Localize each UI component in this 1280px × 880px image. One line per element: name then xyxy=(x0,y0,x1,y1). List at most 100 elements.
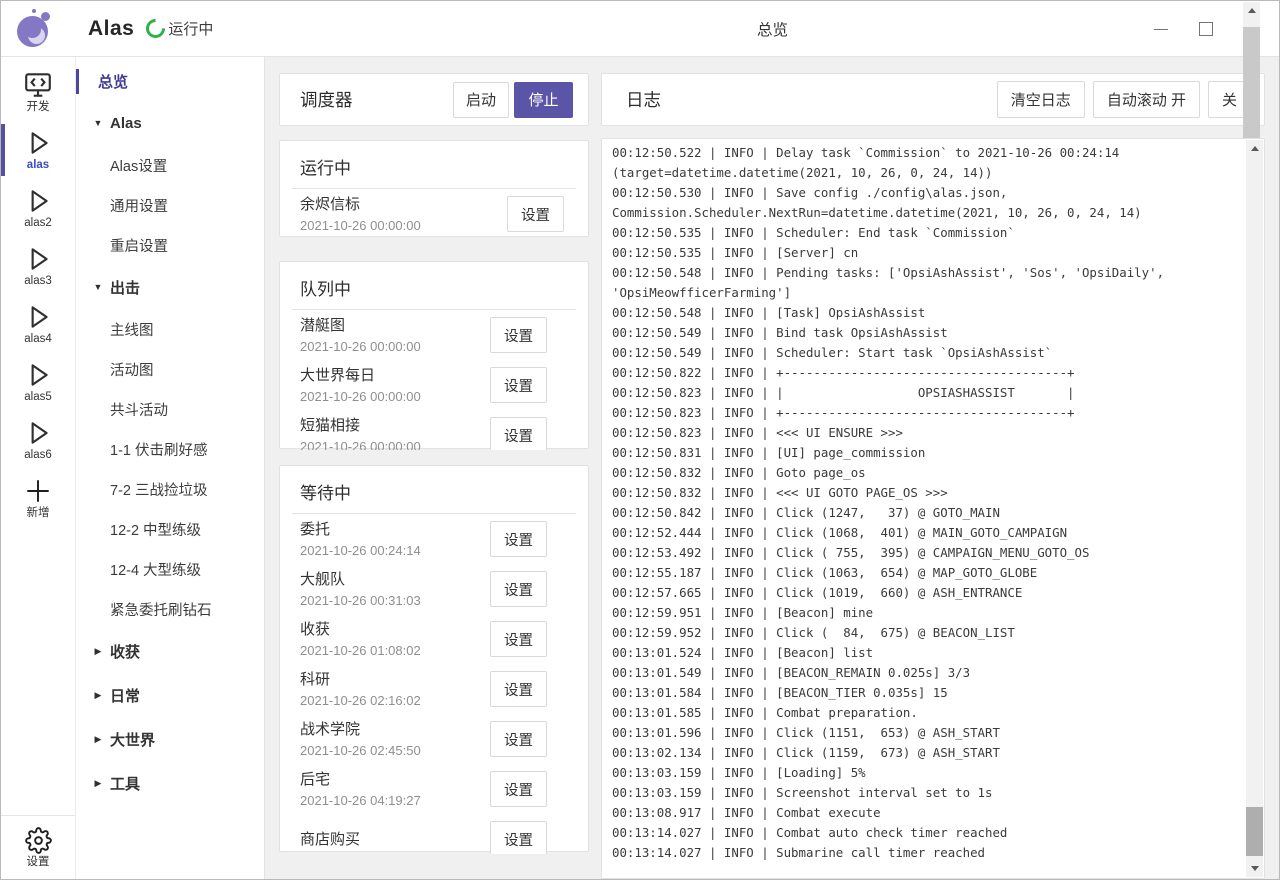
nav-item-label: 日常 xyxy=(110,685,140,706)
running-title: 运行中 xyxy=(280,141,588,188)
nav-item[interactable]: 12-2 中型练级 xyxy=(76,509,264,549)
autoscroll-on-button[interactable]: 自动滚动 开 xyxy=(1093,81,1200,118)
play-icon xyxy=(23,360,53,390)
task-name: 科研 xyxy=(300,668,490,691)
sidebar-item-label: alas3 xyxy=(24,275,52,288)
pending-card: 队列中 潜艇图 2021-10-26 00:00:00 设置 xyxy=(279,261,589,449)
task-name: 战术学院 xyxy=(300,718,490,741)
task-name: 收获 xyxy=(300,618,490,641)
instance-sidebar: 开发 alas alas2 alas3 alas4 xyxy=(1,57,76,879)
task-settings-button[interactable]: 设置 xyxy=(490,821,547,854)
logo-dot xyxy=(41,12,50,21)
nav-item-label: 7-2 三战捡垃圾 xyxy=(76,479,208,500)
task-settings-button[interactable]: 设置 xyxy=(490,721,547,757)
task-next-run-time: 2021-10-26 00:24:14 xyxy=(300,541,490,560)
nav-item-label: Alas设置 xyxy=(76,155,167,176)
nav-item[interactable]: 大世界 xyxy=(76,717,264,761)
scrollbar-track[interactable] xyxy=(1246,157,1263,860)
sidebar-item-alas4[interactable]: alas4 xyxy=(1,295,75,353)
pending-title: 队列中 xyxy=(280,262,588,309)
clear-log-button[interactable]: 清空日志 xyxy=(997,81,1085,118)
nav-item[interactable]: 通用设置 xyxy=(76,185,264,225)
app-body: 开发 alas alas2 alas3 alas4 xyxy=(1,57,1279,879)
sidebar-item-alas6[interactable]: alas6 xyxy=(1,411,75,469)
task-settings-button[interactable]: 设置 xyxy=(490,571,547,607)
waiting-title: 等待中 xyxy=(280,466,588,513)
log-line: 00:12:50.823 | INFO | <<< UI ENSURE >>> xyxy=(612,423,1238,443)
task-next-run-time: 2021-10-26 00:00:00 xyxy=(300,387,490,406)
log-panel: 00:12:50.522 | INFO | Delay task `Commis… xyxy=(601,138,1265,879)
sidebar-item-alas3[interactable]: alas3 xyxy=(1,237,75,295)
nav-item[interactable]: 出击 xyxy=(76,265,264,309)
play-icon xyxy=(23,244,53,274)
expand-arrow-icon xyxy=(90,282,106,292)
scroll-up-button[interactable] xyxy=(1243,2,1260,19)
active-indicator xyxy=(1,124,5,176)
scrollbar-thumb[interactable] xyxy=(1246,807,1263,856)
nav-item-label: 12-2 中型练级 xyxy=(76,519,201,540)
log-line: 00:12:50.822 | INFO | +-----------------… xyxy=(612,363,1238,383)
log-scrollbar[interactable] xyxy=(1246,140,1263,877)
task-row: 大舰队 2021-10-26 00:31:03 设置 xyxy=(300,564,588,614)
nav-item[interactable]: Alas xyxy=(76,101,264,145)
task-next-run-time: 2021-10-26 02:45:50 xyxy=(300,741,490,760)
nav-item[interactable]: 12-4 大型练级 xyxy=(76,549,264,589)
task-settings-button[interactable]: 设置 xyxy=(490,621,547,657)
log-line: 00:12:59.951 | INFO | [Beacon] mine xyxy=(612,603,1238,623)
task-row: 后宅 2021-10-26 04:19:27 设置 xyxy=(300,764,588,814)
nav-item[interactable]: 日常 xyxy=(76,673,264,717)
arrow-up-icon xyxy=(1248,8,1256,13)
log-line: 00:12:55.187 | INFO | Click (1063, 654) … xyxy=(612,563,1238,583)
maximize-button[interactable] xyxy=(1183,1,1228,57)
nav-item[interactable]: 7-2 三战捡垃圾 xyxy=(76,469,264,509)
scroll-down-button[interactable] xyxy=(1246,860,1263,877)
nav-item[interactable]: 共斗活动 xyxy=(76,389,264,429)
scroll-up-button[interactable] xyxy=(1246,140,1263,157)
active-indicator xyxy=(76,69,79,94)
sidebar-item-add-instance[interactable]: 新增 xyxy=(1,469,75,527)
play-icon xyxy=(23,128,53,158)
nav-item-label: 活动图 xyxy=(76,359,154,380)
minimize-button[interactable] xyxy=(1138,1,1183,57)
task-settings-button[interactable]: 设置 xyxy=(490,417,547,450)
task-info: 收获 2021-10-26 01:08:02 xyxy=(300,618,490,660)
task-settings-button[interactable]: 设置 xyxy=(507,196,564,232)
task-settings-button[interactable]: 设置 xyxy=(490,367,547,403)
task-settings-button[interactable]: 设置 xyxy=(490,771,547,807)
task-settings-button[interactable]: 设置 xyxy=(490,317,547,353)
sidebar-item-settings[interactable]: 设置 xyxy=(1,815,75,879)
sidebar-item-dev[interactable]: 开发 xyxy=(1,63,75,121)
nav-item[interactable]: 1-1 伏击刷好感 xyxy=(76,429,264,469)
log-line: 00:12:50.535 | INFO | [Server] cn xyxy=(612,243,1238,263)
log-line: 00:12:50.548 | INFO | Pending tasks: ['O… xyxy=(612,263,1238,303)
log-line: 00:13:02.134 | INFO | Click (1159, 673) … xyxy=(612,743,1238,763)
nav-item[interactable]: Alas设置 xyxy=(76,145,264,185)
nav-item[interactable]: 收获 xyxy=(76,629,264,673)
task-info: 商店购买 xyxy=(300,828,490,851)
nav-item-label: 紧急委托刷钻石 xyxy=(76,599,212,620)
log-line: 00:13:01.596 | INFO | Click (1151, 653) … xyxy=(612,723,1238,743)
task-settings-button[interactable]: 设置 xyxy=(490,521,547,557)
nav-item[interactable]: 重启设置 xyxy=(76,225,264,265)
app-title: Alas xyxy=(88,17,134,41)
log-line: 00:13:08.917 | INFO | Combat execute xyxy=(612,803,1238,823)
sidebar-item-alas[interactable]: alas xyxy=(1,121,75,179)
task-settings-button[interactable]: 设置 xyxy=(490,671,547,707)
sidebar-item-label: alas4 xyxy=(24,333,52,346)
nav-item[interactable]: 活动图 xyxy=(76,349,264,389)
log-line: 00:13:01.524 | INFO | [Beacon] list xyxy=(612,643,1238,663)
sidebar-item-label: 新增 xyxy=(27,507,50,520)
nav-item[interactable]: 紧急委托刷钻石 xyxy=(76,589,264,629)
nav-item[interactable]: 总览 xyxy=(76,61,264,101)
titlebar: Alas 运行中 总览 xyxy=(1,1,1279,57)
logo-crescent-cut xyxy=(24,21,41,38)
nav-item[interactable]: 主线图 xyxy=(76,309,264,349)
task-name: 大舰队 xyxy=(300,568,490,591)
stop-button[interactable]: 停止 xyxy=(514,82,573,118)
nav-menu: 总览 Alas Alas设置 通用设置 xyxy=(76,57,265,879)
nav-item[interactable]: 工具 xyxy=(76,761,264,805)
sidebar-item-alas5[interactable]: alas5 xyxy=(1,353,75,411)
log-output[interactable]: 00:12:50.522 | INFO | Delay task `Commis… xyxy=(612,143,1238,876)
sidebar-item-alas2[interactable]: alas2 xyxy=(1,179,75,237)
start-button[interactable]: 启动 xyxy=(453,82,509,118)
